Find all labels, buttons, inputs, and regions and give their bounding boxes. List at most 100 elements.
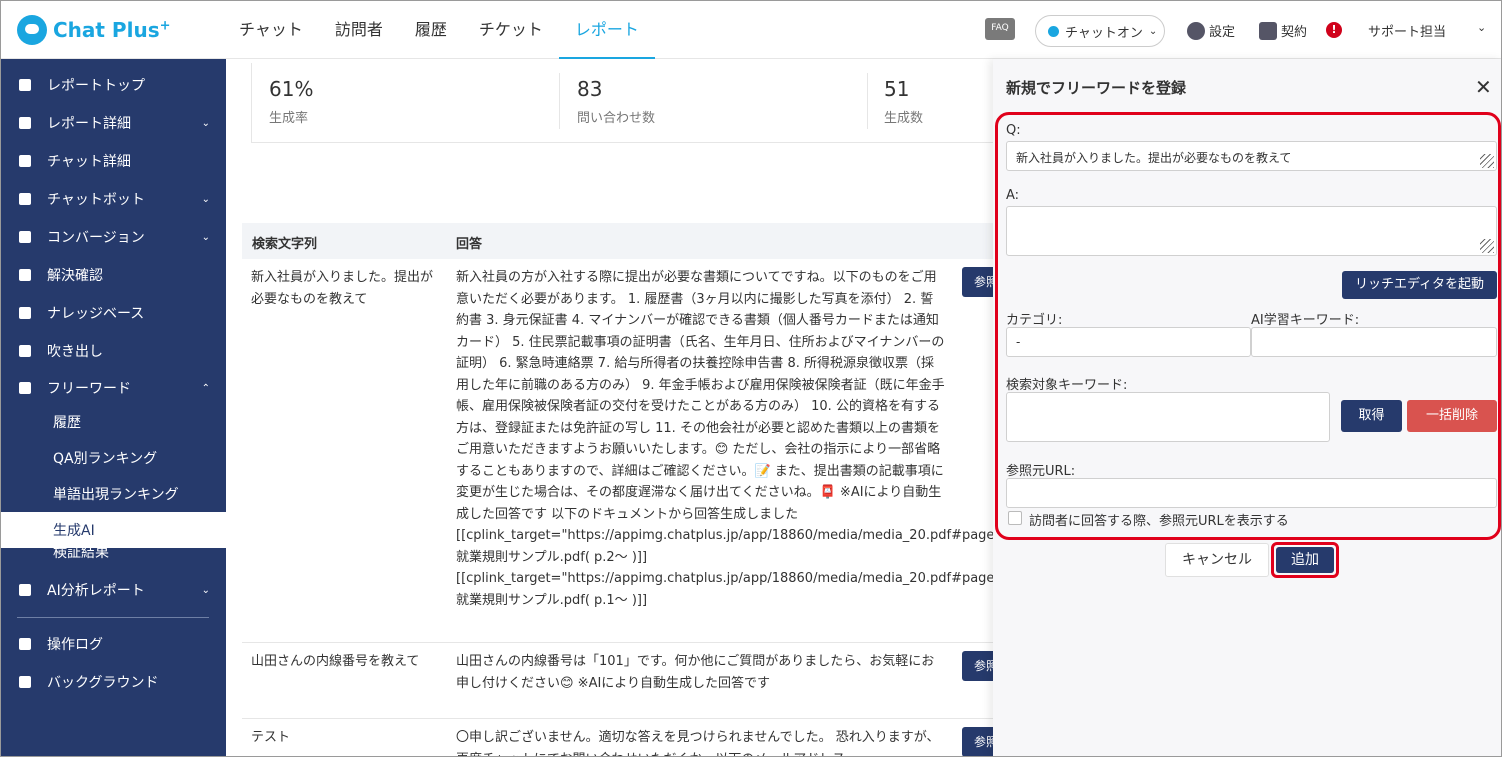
- chat-status-dropdown[interactable]: チャットオン ⌄: [1035, 15, 1165, 47]
- sidebar-item-resolution[interactable]: 解決確認: [1, 256, 226, 294]
- table-row: 山田さんの内線番号を教えて 山田さんの内線番号は「101」です。何か他にご質問が…: [242, 643, 1022, 719]
- user-menu-label[interactable]: サポート担当: [1368, 21, 1446, 40]
- chat-status-label: チャットオン: [1065, 25, 1143, 41]
- app-window: Chat Plus+ チャット 訪問者 履歴 チケット レポート FAQ チャッ…: [0, 0, 1502, 757]
- chat-logo-icon: [17, 15, 47, 45]
- register-freeword-panel: 新規でフリーワードを登録 ✕ Q: 新入社員が入りました。提出が必要なものを教え…: [993, 59, 1501, 756]
- sidebar-divider: [17, 617, 209, 618]
- sidebar-sub-qa-ranking[interactable]: QA別ランキング: [1, 440, 226, 476]
- table-row: 新入社員が入りました。提出が必要なものを教えて 新入社員の方が入社する際に提出が…: [242, 259, 1024, 643]
- ai-keyword-input[interactable]: [1251, 327, 1497, 357]
- sidebar-item-background[interactable]: バックグラウンド: [1, 663, 226, 701]
- sidebar-sub-word-ranking[interactable]: 単語出現ランキング: [1, 476, 226, 512]
- resize-grip-icon[interactable]: [1480, 154, 1494, 168]
- contract-link[interactable]: 契約: [1259, 21, 1307, 40]
- stat-divider: [559, 73, 560, 129]
- alert-icon[interactable]: !: [1326, 22, 1342, 38]
- main-nav: チャット 訪問者 履歴 チケット レポート: [239, 1, 655, 59]
- sidebar-item-label: チャット詳細: [47, 154, 131, 170]
- sidebar-item-chat-detail[interactable]: チャット詳細: [1, 142, 226, 180]
- cancel-button[interactable]: キャンセル: [1165, 543, 1269, 577]
- abc-icon: [19, 382, 31, 394]
- sidebar-item-freeword[interactable]: フリーワード ⌃: [1, 369, 226, 407]
- cell-answer: 山田さんの内線番号は「101」です。何か他にご質問がありましたら、お気軽にお申し…: [456, 654, 935, 691]
- sidebar-item-chatbot[interactable]: チャットボット ⌄: [1, 180, 226, 218]
- cell-query: 新入社員が入りました。提出が必要なものを教えて: [251, 270, 434, 307]
- sidebar-item-operation-log[interactable]: 操作ログ: [1, 625, 226, 663]
- nav-report[interactable]: レポート: [558, 1, 655, 59]
- sidebar-item-speech-bubble[interactable]: 吹き出し: [1, 332, 226, 370]
- ref-url-input[interactable]: [1006, 478, 1497, 508]
- cell-query: テスト: [251, 730, 291, 745]
- rich-editor-button[interactable]: リッチエディタを起動: [1342, 271, 1497, 299]
- chevron-up-icon: ⌃: [201, 382, 210, 394]
- chevron-down-icon[interactable]: ⌄: [1477, 21, 1486, 34]
- book-icon: [19, 307, 31, 319]
- sidebar-item-label: フリーワード: [47, 381, 131, 397]
- dashboard-icon: [19, 79, 31, 91]
- sidebar-item-report-detail[interactable]: レポート詳細 ⌄: [1, 104, 226, 142]
- table-header: 検索文字列 回答: [242, 223, 1002, 259]
- sidebar-item-label: コンバージョン: [47, 230, 145, 246]
- top-navbar: Chat Plus+ チャット 訪問者 履歴 チケット レポート FAQ チャッ…: [1, 1, 1501, 59]
- chat-icon: [19, 155, 31, 167]
- q-textarea[interactable]: 新入社員が入りました。提出が必要なものを教えて: [1006, 141, 1497, 171]
- sidebar-item-conversion[interactable]: コンバージョン ⌄: [1, 218, 226, 256]
- stat-label: 生成率: [269, 111, 309, 126]
- fetch-button[interactable]: 取得: [1341, 400, 1402, 432]
- cell-answer: 〇申し訳ございません。適切な答えを見つけられませんでした。 恐れ入りますが、再度…: [456, 730, 940, 756]
- sidebar-sub-generative-ai[interactable]: 生成AI: [1, 512, 226, 548]
- list-icon: [19, 638, 31, 650]
- bot-icon: [19, 193, 31, 205]
- search-keyword-input[interactable]: [1006, 392, 1330, 442]
- bulk-delete-button[interactable]: 一括削除: [1407, 400, 1497, 432]
- settings-link[interactable]: 設定: [1187, 21, 1235, 40]
- chevron-down-icon: ⌄: [201, 117, 210, 129]
- nav-chat[interactable]: チャット: [239, 1, 319, 59]
- a-label: A:: [1006, 188, 1020, 203]
- stat-inquiries: 83 問い合わせ数: [577, 77, 655, 126]
- bulb-icon: [19, 269, 31, 281]
- sidebar-item-knowledge-base[interactable]: ナレッジベース: [1, 294, 226, 332]
- q-value: 新入社員が入りました。提出が必要なものを教えて: [1016, 151, 1292, 165]
- nav-history[interactable]: 履歴: [399, 1, 463, 59]
- sidebar-sub-history[interactable]: 履歴: [1, 404, 226, 440]
- nav-ticket[interactable]: チケット: [463, 1, 559, 59]
- show-url-checkbox-label: 訪問者に回答する際、参照元URLを表示する: [1029, 514, 1289, 529]
- resize-grip-icon[interactable]: [1480, 239, 1494, 253]
- nav-visitors[interactable]: 訪問者: [319, 1, 399, 59]
- star-icon: [19, 231, 31, 243]
- document-icon: [1259, 21, 1277, 40]
- a-textarea[interactable]: [1006, 206, 1497, 256]
- stat-value: 51: [884, 77, 910, 101]
- stat-generated: 51 生成数: [884, 77, 923, 126]
- faq-icon[interactable]: FAQ: [985, 18, 1015, 40]
- sidebar-sub-label: 検証結果: [53, 548, 109, 561]
- stat-divider: [867, 73, 868, 129]
- add-button-highlight: 追加: [1271, 542, 1339, 578]
- panel-title: 新規でフリーワードを登録: [1006, 79, 1187, 97]
- logo-text: Chat Plus+: [53, 18, 171, 42]
- ai-keyword-label: AI学習キーワード:: [1251, 313, 1360, 328]
- sidebar-sub-verification[interactable]: 検証結果: [1, 548, 226, 562]
- sidebar-item-ai-analysis[interactable]: AI分析レポート ⌄: [1, 571, 226, 609]
- stat-value: 61%: [269, 77, 314, 101]
- sidebar: レポートトップ レポート詳細 ⌄ チャット詳細 チャットボット ⌄ コンバージョ…: [1, 59, 226, 756]
- sidebar-item-label: 操作ログ: [47, 637, 103, 653]
- category-select[interactable]: -: [1006, 327, 1251, 357]
- logo[interactable]: Chat Plus+: [17, 15, 171, 45]
- chart-icon: [19, 117, 31, 129]
- sidebar-item-report-top[interactable]: レポートトップ: [1, 66, 226, 104]
- settings-label: 設定: [1209, 25, 1236, 40]
- sidebar-item-label: レポート詳細: [47, 116, 131, 132]
- show-url-checkbox[interactable]: [1008, 511, 1022, 525]
- category-label: カテゴリ:: [1006, 313, 1063, 328]
- chevron-down-icon: ⌄: [201, 584, 210, 596]
- cell-query: 山田さんの内線番号を教えて: [251, 654, 420, 669]
- chevron-down-icon: ⌄: [201, 193, 210, 205]
- contract-label: 契約: [1281, 25, 1308, 40]
- close-icon[interactable]: ✕: [1475, 75, 1492, 99]
- add-button[interactable]: 追加: [1276, 547, 1334, 573]
- stat-generation-rate: 61% 生成率: [269, 77, 313, 126]
- chevron-down-icon: ⌄: [201, 231, 210, 243]
